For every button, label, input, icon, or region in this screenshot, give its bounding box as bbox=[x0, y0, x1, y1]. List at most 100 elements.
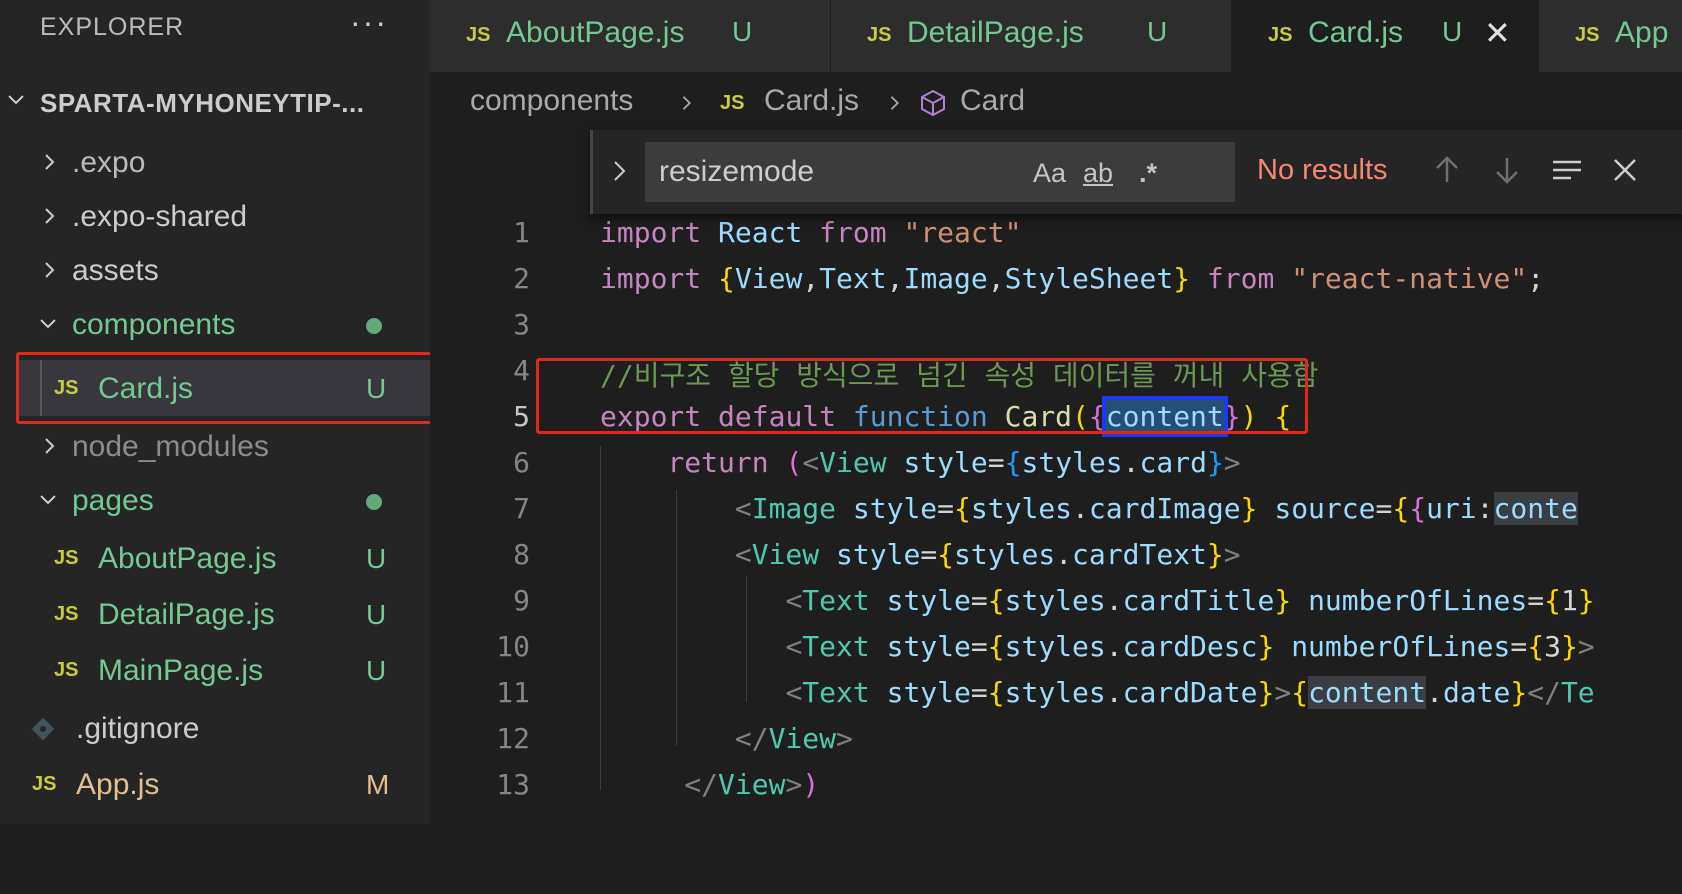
code-line-3: 3 bbox=[430, 302, 1682, 348]
find-widget: resizemode Aa ab .* No results bbox=[590, 130, 1682, 214]
token: = bbox=[937, 492, 955, 525]
token: View bbox=[751, 538, 820, 571]
token: < bbox=[785, 630, 803, 663]
token: . bbox=[1105, 584, 1123, 617]
token: { bbox=[1527, 630, 1545, 663]
regex-icon[interactable]: .* bbox=[1139, 158, 1157, 189]
token: { bbox=[987, 676, 1005, 709]
token: > bbox=[1274, 676, 1292, 709]
token: , bbox=[987, 262, 1005, 295]
js-file-icon: JS bbox=[1268, 24, 1293, 46]
tab-card[interactable]: JS Card.js U ✕ bbox=[1232, 0, 1539, 72]
token: from bbox=[819, 216, 887, 249]
line-number: 1 bbox=[513, 216, 530, 249]
tree-item-mainpage-js[interactable]: JS MainPage.js U bbox=[0, 642, 430, 698]
breadcrumb: components JS Card.js Card bbox=[430, 76, 1682, 128]
tree-item-label: assets bbox=[72, 254, 159, 287]
tab-detailpage[interactable]: JS DetailPage.js U bbox=[831, 0, 1232, 72]
git-status-badge: U bbox=[1442, 16, 1463, 47]
line-number: 3 bbox=[513, 308, 530, 341]
token: View bbox=[768, 722, 837, 755]
tree-item-label: AboutPage.js bbox=[98, 542, 277, 575]
chevron-right-icon[interactable] bbox=[609, 156, 631, 186]
token: = bbox=[1510, 630, 1528, 663]
find-input[interactable]: resizemode Aa ab .* bbox=[645, 142, 1235, 202]
token: 1 bbox=[1560, 584, 1578, 617]
token: > bbox=[785, 768, 803, 801]
close-icon[interactable] bbox=[1607, 152, 1643, 188]
tab-label: App bbox=[1615, 16, 1669, 49]
token: style bbox=[886, 676, 971, 709]
code-line-1: 1 import React from "react" bbox=[430, 210, 1682, 256]
token: < bbox=[734, 538, 752, 571]
tree-item-label: .expo-shared bbox=[72, 200, 248, 233]
tab-app[interactable]: JS App bbox=[1539, 0, 1682, 72]
token: . bbox=[1426, 676, 1443, 709]
token: cardTitle bbox=[1122, 584, 1275, 617]
tree-item-label: components bbox=[72, 308, 236, 341]
token: > bbox=[836, 722, 853, 755]
tree-item-aboutpage-js[interactable]: JS AboutPage.js U bbox=[0, 530, 430, 586]
tree-item-detailpage-js[interactable]: JS DetailPage.js U bbox=[0, 586, 430, 642]
token: { bbox=[954, 492, 971, 525]
tree-item-expo-shared[interactable]: .expo-shared bbox=[0, 188, 430, 244]
tree-item-expo[interactable]: .expo bbox=[0, 134, 430, 190]
token: date bbox=[1442, 676, 1511, 709]
whole-word-icon[interactable]: ab bbox=[1083, 158, 1113, 189]
token: </ bbox=[684, 768, 719, 801]
breadcrumb-symbol[interactable]: Card bbox=[960, 84, 1025, 118]
js-file-icon: JS bbox=[54, 659, 79, 681]
git-status-badge: U bbox=[1147, 16, 1168, 47]
breadcrumb-folder[interactable]: components bbox=[470, 84, 633, 118]
token: } bbox=[1560, 630, 1578, 663]
breadcrumb-file[interactable]: Card.js bbox=[764, 84, 859, 118]
arrow-up-icon[interactable] bbox=[1429, 152, 1465, 188]
token: = bbox=[1375, 492, 1393, 525]
code-line-12: 12 </View> bbox=[430, 716, 1682, 762]
js-file-icon: JS bbox=[32, 773, 57, 795]
token: styles bbox=[954, 538, 1056, 571]
token: . bbox=[1105, 630, 1123, 663]
tree-item-components[interactable]: components bbox=[0, 296, 430, 352]
token: content bbox=[1308, 676, 1427, 709]
token: from bbox=[1206, 262, 1275, 295]
code-line-7: 7 <Image style={styles.cardImage} source… bbox=[430, 486, 1682, 532]
line-number: 4 bbox=[513, 354, 530, 387]
explorer-header: EXPLORER ··· bbox=[0, 0, 430, 56]
token: } bbox=[1257, 630, 1275, 663]
token: style bbox=[886, 584, 971, 617]
token: { bbox=[1409, 492, 1427, 525]
tree-item-assets[interactable]: assets bbox=[0, 242, 430, 298]
token: { bbox=[987, 630, 1005, 663]
close-icon[interactable]: ✕ bbox=[1484, 14, 1511, 52]
token: </ bbox=[734, 722, 769, 755]
token: import bbox=[600, 262, 702, 295]
token: = bbox=[1527, 584, 1545, 617]
token: conte bbox=[1493, 492, 1578, 525]
tree-item-pages[interactable]: pages bbox=[0, 472, 430, 528]
token: cardText bbox=[1072, 538, 1207, 571]
token: ; bbox=[1527, 262, 1545, 295]
tree-item-app-js[interactable]: JS App.js M bbox=[0, 756, 430, 812]
tree-item-gitignore[interactable]: .gitignore bbox=[0, 700, 430, 756]
more-actions-icon[interactable]: ··· bbox=[350, 4, 388, 41]
code-line-9: 9 <Text style={styles.cardTitle} numberO… bbox=[430, 578, 1682, 624]
token: < bbox=[734, 492, 752, 525]
token: . bbox=[1105, 676, 1123, 709]
match-case-icon[interactable]: Aa bbox=[1033, 158, 1066, 189]
tab-label: AboutPage.js bbox=[506, 16, 685, 49]
tab-aboutpage[interactable]: JS AboutPage.js U bbox=[430, 0, 831, 72]
chevron-right-icon bbox=[682, 96, 691, 110]
arrow-down-icon[interactable] bbox=[1489, 152, 1525, 188]
find-in-selection-icon[interactable] bbox=[1549, 152, 1585, 188]
token: } bbox=[1206, 446, 1224, 479]
token: = bbox=[987, 446, 1005, 479]
code-line-2: 2 import {View,Text,Image,StyleSheet} fr… bbox=[430, 256, 1682, 302]
token: = bbox=[920, 538, 938, 571]
tree-item-node-modules[interactable]: node_modules bbox=[0, 418, 430, 474]
token: , bbox=[802, 262, 820, 295]
code-line-6: 6 return (<View style={styles.card}> bbox=[430, 440, 1682, 486]
js-file-icon: JS bbox=[54, 603, 79, 625]
token: Image bbox=[903, 262, 988, 295]
project-root[interactable]: SPARTA-MYHONEYTIP-... bbox=[0, 76, 430, 128]
